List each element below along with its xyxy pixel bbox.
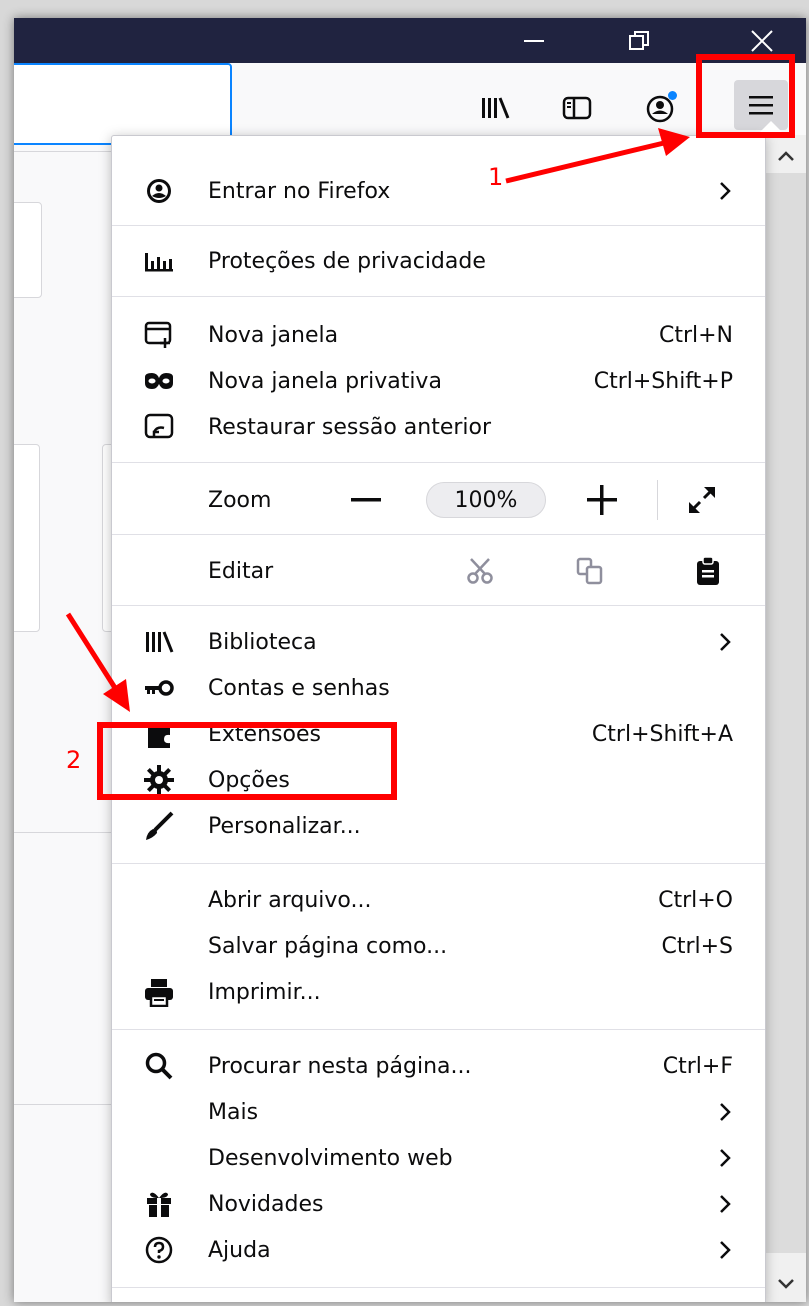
printer-icon [142, 975, 176, 1009]
menu-item-label: Contas e senhas [208, 675, 390, 701]
menu-item-library[interactable]: Biblioteca [112, 619, 765, 665]
page-divider [14, 832, 114, 833]
menu-item-label: Restaurar sessão anterior [208, 414, 492, 440]
url-bar[interactable] [14, 63, 232, 145]
menu-item-save-page[interactable]: Salvar página como... Ctrl+S [112, 923, 765, 969]
menu-item-shortcut: Ctrl+Shift+A [591, 721, 733, 747]
menu-item-label: Mais [208, 1099, 259, 1125]
menu-item-label: Imprimir... [208, 979, 321, 1005]
search-icon [142, 1049, 176, 1083]
zoom-label: Zoom [208, 487, 272, 513]
privacy-chart-icon [142, 244, 176, 278]
menu-separator [112, 296, 765, 297]
scroll-thumb[interactable] [765, 173, 806, 1253]
help-icon [142, 1233, 176, 1267]
copy-icon[interactable] [572, 553, 608, 589]
account-icon [142, 174, 176, 208]
menu-item-label: Nova janela privativa [208, 368, 442, 394]
menu-item-label: Personalizar... [208, 813, 361, 839]
menu-item-restore-session[interactable]: Restaurar sessão anterior [112, 404, 765, 450]
menu-separator [112, 462, 765, 463]
menu-item-label: Desenvolvimento web [208, 1145, 453, 1171]
menu-separator [112, 863, 765, 864]
menu-item-open-file[interactable]: Abrir arquivo... Ctrl+O [112, 877, 765, 923]
gift-icon [142, 1187, 176, 1221]
zoom-out-button[interactable] [348, 482, 384, 518]
menu-item-account[interactable]: Entrar no Firefox [112, 168, 765, 214]
app-menu-panel: Entrar no Firefox Proteções de privacida… [111, 135, 766, 1302]
fullscreen-icon[interactable] [684, 482, 720, 518]
menu-item-help[interactable]: Ajuda [112, 1227, 765, 1273]
menu-item-whats-new[interactable]: Novidades [112, 1181, 765, 1227]
menu-separator [112, 534, 765, 535]
annotation-box-1 [696, 54, 795, 138]
menu-separator [112, 1029, 765, 1030]
menu-item-label: Entrar no Firefox [208, 178, 391, 204]
chevron-right-icon [715, 179, 735, 203]
page-card [14, 444, 40, 632]
menu-item-shortcut: Ctrl+F [662, 1053, 733, 1079]
edit-label: Editar [208, 558, 274, 584]
menu-scrollbar[interactable] [764, 135, 806, 1302]
menu-item-new-window[interactable]: Nova janela Ctrl+N [112, 312, 765, 358]
menu-item-label: Procurar nesta página... [208, 1053, 472, 1079]
menu-item-label: Salvar página como... [208, 933, 448, 959]
menu-item-shortcut: Ctrl+N [658, 322, 733, 348]
minimize-icon[interactable] [504, 18, 564, 63]
paste-icon[interactable] [690, 553, 726, 589]
menu-item-logins[interactable]: Contas e senhas [112, 665, 765, 711]
page-card [14, 202, 42, 298]
zoom-in-button[interactable] [584, 482, 620, 518]
library-icon [142, 625, 176, 659]
private-mask-icon [142, 364, 176, 398]
annotation-box-2 [97, 722, 397, 800]
brush-icon [142, 809, 176, 843]
annotation-number-2: 2 [66, 746, 82, 774]
menu-item-web-developer[interactable]: Desenvolvimento web [112, 1135, 765, 1181]
chevron-right-icon [715, 1146, 735, 1170]
menu-item-print[interactable]: Imprimir... [112, 969, 765, 1015]
menu-item-label: Novidades [208, 1191, 324, 1217]
menu-item-find[interactable]: Procurar nesta página... Ctrl+F [112, 1043, 765, 1089]
menu-item-label: Biblioteca [208, 629, 317, 655]
menu-item-label: Proteções de privacidade [208, 248, 486, 274]
chevron-right-icon [715, 1100, 735, 1124]
menu-item-new-private-window[interactable]: Nova janela privativa Ctrl+Shift+P [112, 358, 765, 404]
restore-icon[interactable] [609, 18, 669, 63]
menu-separator [112, 605, 765, 606]
firefox-window: Entrar no Firefox Proteções de privacida… [14, 18, 806, 1302]
menu-item-customize[interactable]: Personalizar... [112, 803, 765, 849]
title-bar [14, 18, 806, 63]
menu-item-label: Nova janela [208, 322, 339, 348]
page-divider [14, 1104, 114, 1105]
menu-item-label: Ajuda [208, 1237, 271, 1263]
scroll-down-icon[interactable] [775, 1273, 797, 1295]
menu-item-shortcut: Ctrl+O [658, 887, 733, 913]
menu-item-more[interactable]: Mais [112, 1089, 765, 1135]
chevron-right-icon [715, 1238, 735, 1262]
zoom-reset-button[interactable]: 100% [426, 482, 546, 518]
chevron-right-icon [715, 1192, 735, 1216]
menu-item-shortcut: Ctrl+Shift+P [593, 368, 733, 394]
menu-item-privacy[interactable]: Proteções de privacidade [112, 238, 765, 284]
key-icon [142, 671, 176, 705]
new-window-icon [142, 318, 176, 352]
account-icon[interactable] [638, 85, 684, 131]
menu-separator [112, 225, 765, 226]
chevron-right-icon [715, 630, 735, 654]
menu-item-shortcut: Ctrl+S [661, 933, 733, 959]
cut-icon[interactable] [462, 553, 498, 589]
annotation-number-1: 1 [488, 163, 504, 191]
restore-session-icon [142, 410, 176, 444]
library-icon[interactable] [472, 85, 518, 131]
menu-separator [112, 1287, 765, 1288]
menu-item-label: Abrir arquivo... [208, 887, 372, 913]
notification-dot [668, 91, 677, 100]
sidebar-icon[interactable] [554, 85, 600, 131]
scroll-up-icon[interactable] [775, 145, 797, 167]
menu-edit-row: Editar [112, 547, 765, 595]
zoom-divider [657, 480, 658, 520]
menu-zoom-row: Zoom 100% [112, 476, 765, 524]
